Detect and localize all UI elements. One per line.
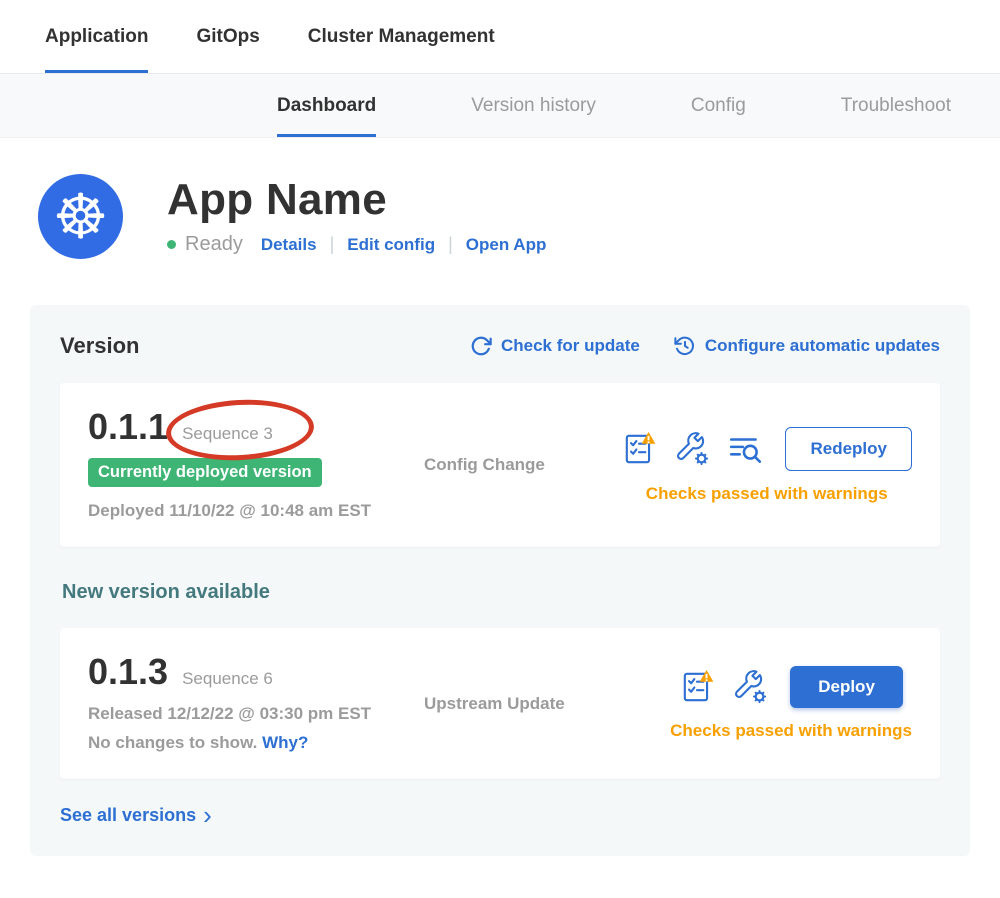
kubernetes-logo-glyph: ☸ (53, 186, 109, 248)
new-version-info: 0.1.3 Sequence 6 Released 12/12/22 @ 03:… (88, 654, 408, 753)
deploy-button[interactable]: Deploy (790, 666, 903, 708)
check-icons (679, 669, 768, 705)
version-actions: Check for update Configure automatic upd… (470, 335, 940, 357)
current-version-card: 0.1.1 Sequence 3 Currently deployed vers… (60, 383, 940, 547)
check-icons (621, 431, 763, 467)
link-details[interactable]: Details (261, 235, 317, 255)
chevron-right-icon: › (203, 805, 212, 826)
warning-triangle-icon (642, 432, 656, 444)
status-text: Ready (185, 233, 243, 256)
new-version-number: 0.1.3 (88, 654, 168, 690)
separator: | (448, 234, 453, 255)
preflight-checklist-icon[interactable] (621, 431, 657, 467)
separator: | (330, 234, 335, 255)
tab-dashboard[interactable]: Dashboard (277, 74, 376, 137)
deployed-timestamp: Deployed 11/10/22 @ 10:48 am EST (88, 501, 408, 521)
secondary-nav: Dashboard Version history Config Trouble… (0, 74, 1000, 138)
tab-cluster-management[interactable]: Cluster Management (308, 0, 495, 73)
tab-config[interactable]: Config (691, 74, 746, 137)
current-version-info: 0.1.1 Sequence 3 Currently deployed vers… (88, 409, 408, 521)
warning-triangle-icon (700, 670, 714, 682)
primary-nav: Application GitOps Cluster Management (0, 0, 1000, 74)
configure-auto-updates-label: Configure automatic updates (705, 336, 940, 356)
current-version-actions: Redeploy Checks passed with warnings (621, 409, 912, 521)
version-heading: Version (60, 333, 139, 359)
version-panel: Version Check for update (30, 305, 970, 856)
kubernetes-logo: ☸ (38, 174, 123, 259)
refresh-icon (470, 335, 492, 357)
new-version-heading: New version available (62, 581, 940, 604)
check-for-update-label: Check for update (501, 336, 640, 356)
new-version-source: Upstream Update (408, 654, 670, 753)
preflight-checklist-icon[interactable] (679, 669, 715, 705)
tab-version-history[interactable]: Version history (471, 74, 596, 137)
sequence-label: Sequence 3 (182, 424, 273, 443)
tab-troubleshoot[interactable]: Troubleshoot (841, 74, 951, 137)
page-title: App Name (167, 177, 546, 223)
see-all-versions-link[interactable]: See all versions › (60, 805, 212, 826)
deployed-badge: Currently deployed version (88, 458, 322, 487)
current-version-source: Config Change (408, 409, 621, 521)
check-for-update-button[interactable]: Check for update (470, 335, 640, 357)
link-open-app[interactable]: Open App (466, 235, 547, 255)
link-edit-config[interactable]: Edit config (347, 235, 435, 255)
configure-auto-updates-button[interactable]: Configure automatic updates (674, 335, 940, 357)
tab-gitops[interactable]: GitOps (196, 0, 259, 73)
status-row: Ready Details | Edit config | Open App (167, 233, 546, 256)
no-changes-label: No changes to show. (88, 733, 257, 752)
new-version-card: 0.1.3 Sequence 6 Released 12/12/22 @ 03:… (60, 628, 940, 779)
tab-application[interactable]: Application (45, 0, 148, 73)
app-header: ☸ App Name Ready Details | Edit config |… (38, 174, 1000, 259)
new-version-sequence: Sequence 6 (182, 669, 273, 689)
no-changes-text: No changes to show. Why? (88, 733, 408, 753)
redeploy-button[interactable]: Redeploy (785, 427, 912, 471)
released-timestamp: Released 12/12/22 @ 03:30 pm EST (88, 704, 408, 724)
checks-warning-text: Checks passed with warnings (670, 721, 912, 741)
new-version-actions: Deploy Checks passed with warnings (670, 654, 912, 753)
see-all-versions-label: See all versions (60, 805, 196, 826)
status-dot (167, 240, 176, 249)
file-search-icon[interactable] (727, 431, 763, 467)
current-version-number: 0.1.1 (88, 409, 168, 445)
current-version-sequence: Sequence 3 (182, 424, 273, 444)
wrench-gear-icon[interactable] (674, 431, 710, 467)
wrench-gear-icon[interactable] (732, 669, 768, 705)
clock-refresh-icon (674, 335, 696, 357)
checks-warning-text: Checks passed with warnings (646, 484, 888, 504)
why-link[interactable]: Why? (262, 733, 308, 752)
version-panel-header: Version Check for update (60, 333, 940, 359)
